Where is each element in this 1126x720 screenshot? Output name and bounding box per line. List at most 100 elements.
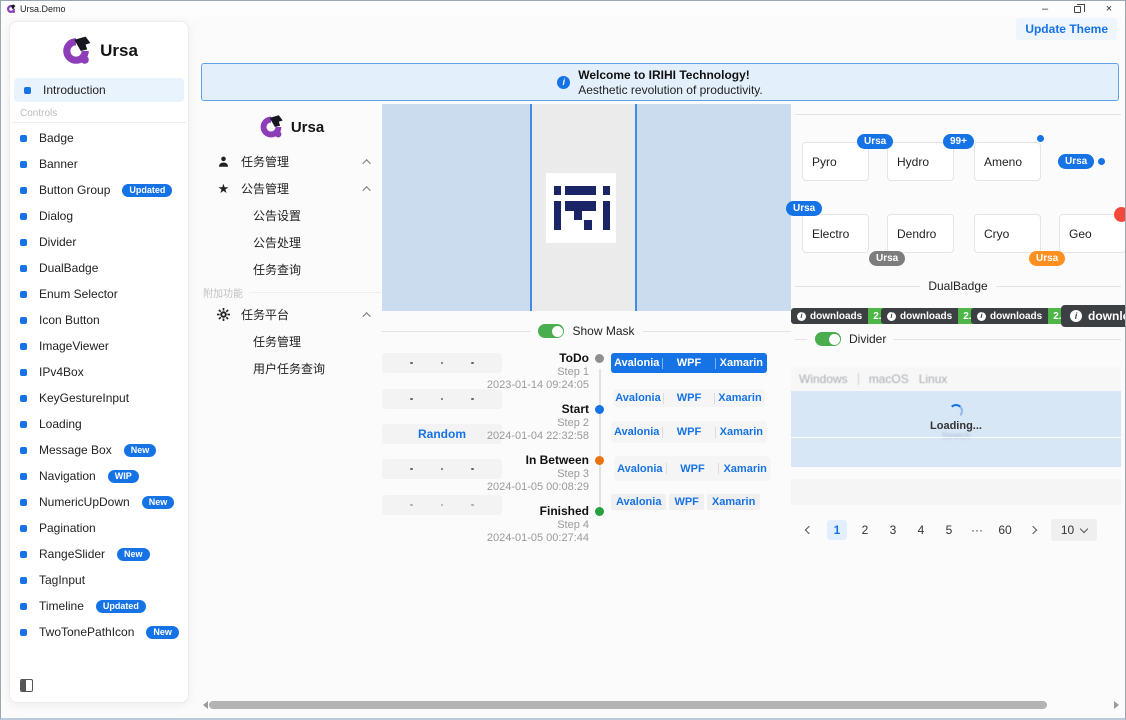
sidebar-item-enum-selector[interactable]: Enum Selector [10,281,188,307]
sidebar-item-imageviewer[interactable]: ImageViewer [10,333,188,359]
page-next-button[interactable] [1023,520,1043,540]
collapse-sidebar-icon[interactable] [20,679,33,692]
sidebar-item-label: RangeSlider [39,547,105,561]
sidebar-item-label: DualBadge [39,261,98,275]
bullet-icon [24,87,31,94]
page-button-2[interactable]: 2 [855,520,875,540]
sidebar-item-keygestureinput[interactable]: KeyGestureInput [10,385,188,411]
sidebar-item-icon-button[interactable]: Icon Button [10,307,188,333]
button-xamarin[interactable]: Xamarin [716,426,767,438]
show-mask-label: Show Mask [572,324,634,338]
sidebar-item-divider[interactable]: Divider [10,229,188,255]
button-wpf[interactable]: WPF [667,463,719,475]
timeline-step-time: 2024-01-04 22:32:58 [471,430,589,443]
timeline-step-time: 2024-01-05 00:27:44 [471,532,589,545]
page-ellipsis[interactable]: ··· [967,520,987,540]
scroll-left-arrow-icon[interactable] [203,701,208,709]
button-avalonia[interactable]: Avalonia [611,494,666,510]
button-wpf[interactable]: WPF [669,494,703,510]
button-group-light: Avalonia WPF Xamarin [614,456,771,481]
menu-group-announcement[interactable]: ★ 公告管理 [201,175,381,202]
timeline-step: In Between Step 3 2024-01-05 00:08:29 [471,453,589,494]
divider-line [996,286,1121,287]
sidebar-item-button-group[interactable]: Button GroupUpdated [10,177,188,203]
user-icon [217,155,230,168]
dot-separator-icon [410,398,413,401]
sidebar-item-label: Dialog [39,209,73,223]
os-macos: macOS [869,372,909,386]
page-button-5[interactable]: 5 [939,520,959,540]
sidebar-item-numericupdown[interactable]: NumericUpDownNew [10,489,188,515]
sidebar-item-dialog[interactable]: Dialog [10,203,188,229]
minimize-button[interactable]: – [1029,1,1061,17]
sidebar-item-banner[interactable]: Banner [10,151,188,177]
sidebar-item-dualbadge[interactable]: DualBadge [10,255,188,281]
image-viewer[interactable] [382,104,791,311]
bullet-icon [20,447,27,454]
card-label: Geo [1069,227,1092,241]
loading-ghost-text: Stretch [791,431,1121,441]
page-prev-button[interactable] [799,520,819,540]
button-wpf[interactable]: WPF [663,426,714,438]
button-avalonia[interactable]: Avalonia [613,392,663,404]
sidebar-item-badge[interactable]: Badge [10,125,188,151]
sidebar-item-loading[interactable]: Loading [10,411,188,437]
menu-item-task-management[interactable]: 任务管理 [201,328,381,355]
sidebar-item-introduction[interactable]: Introduction [14,78,184,102]
divider-line [382,331,530,332]
button-avalonia[interactable]: Avalonia [611,426,662,438]
bullet-icon [20,629,27,636]
button-group-light: Avalonia WPF Xamarin [611,421,767,443]
close-button[interactable]: × [1093,1,1125,17]
button-avalonia[interactable]: Avalonia [614,463,666,475]
button-xamarin[interactable]: Xamarin [707,494,760,510]
sidebar-item-rangeslider[interactable]: RangeSliderNew [10,541,188,567]
update-theme-button[interactable]: Update Theme [1016,18,1117,40]
info-icon: i [557,76,570,89]
menu-group-task-management[interactable]: 任务管理 [201,148,381,175]
scroll-right-arrow-icon[interactable] [1114,701,1119,709]
bullet-icon [20,187,27,194]
page-button-60[interactable]: 60 [995,520,1015,540]
scrollbar-thumb[interactable] [209,701,1047,709]
placeholder-bar [791,479,1121,505]
page-button-3[interactable]: 3 [883,520,903,540]
page-size-select[interactable]: 10 [1051,519,1097,541]
button-wpf[interactable]: WPF [664,392,714,404]
menu-group-label: 任务平台 [241,306,289,323]
sidebar-item-label: NumericUpDown [39,495,130,509]
timeline-dot [595,456,604,465]
sidebar-item-twotonepathicon[interactable]: TwoTonePathIconNew [10,619,188,645]
bullet-icon [20,291,27,298]
button-xamarin[interactable]: Xamarin [715,392,765,404]
sidebar-item-label: TwoTonePathIcon [39,625,134,639]
menu-group-task-platform[interactable]: 任务平台 [201,301,381,328]
sidebar-item-message-box[interactable]: Message BoxNew [10,437,188,463]
card-label: Hydro [897,155,929,169]
button-xamarin[interactable]: Xamarin [719,463,771,475]
button-wpf[interactable]: WPF [663,357,714,369]
restore-button[interactable] [1061,1,1093,17]
button-avalonia[interactable]: Avalonia [611,357,662,369]
sidebar-item-ipv4box[interactable]: IPv4Box [10,359,188,385]
sidebar-item-pagination[interactable]: Pagination [10,515,188,541]
menu-item-announcement-settings[interactable]: 公告设置 [201,202,381,229]
menu-item-task-query[interactable]: 任务查询 [201,256,381,283]
menu-item-user-task-query[interactable]: 用户任务查询 [201,355,381,382]
os-linux: Linux [919,372,948,386]
sidebar-item-timeline[interactable]: TimelineUpdated [10,593,188,619]
chevron-up-icon [362,312,370,320]
sidebar-item-navigation[interactable]: NavigationWIP [10,463,188,489]
show-mask-toggle[interactable] [538,324,564,338]
menu-item-announcement-handling[interactable]: 公告处理 [201,229,381,256]
divider-toggle[interactable] [815,332,841,346]
button-group-segmented: Avalonia WPF Xamarin [611,493,760,510]
page-button-1[interactable]: 1 [827,520,847,540]
dot-separator-icon [410,362,413,365]
viewer-mask-left [382,104,532,311]
page-button-4[interactable]: 4 [911,520,931,540]
timeline-step-number: Step 2 [471,417,589,430]
sidebar-item-taginput[interactable]: TagInput [10,567,188,593]
button-xamarin[interactable]: Xamarin [716,357,767,369]
timeline-dot [595,507,604,516]
